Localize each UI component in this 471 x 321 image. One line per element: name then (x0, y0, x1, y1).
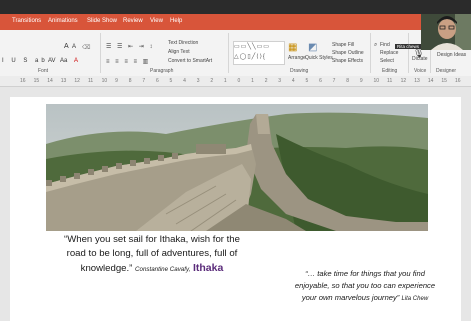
ruler-tick: 10 (373, 78, 379, 84)
increase-font-icon[interactable]: A (64, 43, 69, 50)
cavafy-quote: “When you set sail for Ithaka, wish for … (28, 233, 276, 277)
ruler-tick: 10 (101, 78, 108, 84)
align-buttons-icon[interactable]: ≡ ≡ ≡ ≡ ▥ (106, 58, 150, 65)
shape-effects-button[interactable]: Shape Effects (332, 58, 363, 64)
ruler-tick: 2 (210, 78, 214, 84)
decrease-font-icon[interactable]: A (72, 44, 76, 50)
ruler-tick: 14 (427, 78, 434, 84)
ruler-tick: 3 (196, 78, 200, 84)
webcam-name-label: Rita chews (395, 44, 422, 49)
ruler-tick: 6 (155, 78, 159, 84)
replace-button[interactable]: Replace (380, 50, 398, 56)
ribbon-separator (100, 33, 101, 73)
char-spacing-icon[interactable]: AV (48, 58, 56, 64)
ruler-tick: 4 (291, 78, 295, 84)
ruler-tick: 0 (237, 78, 241, 84)
group-label-editing: Editing (382, 68, 398, 74)
shapes-gallery[interactable]: ▭▭╲╲▭▭ △◯▯╱⟨⟩{ (233, 41, 285, 65)
quote2-line2: enjoyable, so that you too can experienc… (294, 281, 436, 290)
ruler-tick: 13 (60, 78, 67, 84)
ruler-tick: 5 (305, 78, 309, 84)
font-style-buttons[interactable]: I U S ab (2, 58, 48, 64)
ruler-tick: 15 (441, 78, 447, 84)
quote1-line3: knowledge.” (80, 263, 133, 274)
ruler-tick: 5 (169, 78, 173, 84)
convert-smartart-button[interactable]: Convert to SmartArt (168, 58, 212, 64)
arrange-icon[interactable]: ▦ (288, 42, 297, 53)
design-ideas-button[interactable]: Design Ideas (437, 52, 467, 58)
quote2-author: Lita Chew (401, 296, 429, 302)
ruler-tick: 11 (87, 78, 94, 84)
ruler-tick: 9 (359, 78, 363, 84)
quote1-line2: road to be long, full of adventures, ful… (66, 248, 238, 259)
window-top-bar (0, 0, 471, 14)
ruler-tick: 7 (332, 78, 336, 84)
find-button[interactable]: Find (380, 42, 390, 48)
group-label-designer: Designer (436, 68, 457, 74)
ruler-tick: 11 (387, 78, 393, 84)
group-label-paragraph: Paragraph (150, 68, 174, 74)
great-wall-photo (46, 104, 428, 231)
ruler-tick: 9 (115, 78, 118, 84)
clear-format-icon[interactable]: ⌫ (82, 44, 90, 51)
dictate-button[interactable]: Dictate (412, 56, 428, 62)
text-direction-button[interactable]: Text Direction (168, 40, 198, 46)
arrange-button[interactable]: Arrange (288, 55, 306, 61)
ruler-tick: 2 (264, 78, 268, 84)
ruler-tick: 1 (251, 78, 254, 84)
align-text-button[interactable]: Align Text (168, 49, 190, 55)
ruler-tick: 16 (20, 78, 26, 84)
ruler-tick: 6 (319, 78, 322, 84)
tab-slide-show[interactable]: Slide Show (87, 18, 117, 24)
tab-help[interactable]: Help (170, 18, 182, 24)
select-button[interactable]: Select (380, 58, 394, 64)
shape-outline-button[interactable]: Shape Outline (332, 50, 364, 56)
tab-transitions[interactable]: Transitions (12, 18, 41, 24)
shape-fill-button[interactable]: Shape Fill (332, 42, 354, 48)
ruler-tick: 14 (47, 78, 53, 84)
quote2-line3: your own marvelous journey” (301, 293, 400, 302)
group-label-voice: Voice (414, 68, 427, 74)
ruler-tick: 4 (183, 78, 186, 84)
ribbon-separator (228, 33, 229, 73)
group-label-font: Font (38, 68, 49, 74)
tab-animations[interactable]: Animations (48, 18, 78, 24)
find-icon: ⌕ (374, 42, 378, 48)
ribbon-separator (370, 33, 371, 73)
webcam-video (421, 14, 471, 50)
presenter-video-icon (421, 14, 471, 50)
quick-styles-icon[interactable]: ◩ (308, 42, 317, 53)
quote1-line1: “When you set sail for Ithaka, wish for … (64, 234, 240, 245)
quote1-author: Constantine Cavafy, (135, 266, 191, 273)
great-wall-image (46, 104, 428, 231)
tab-review[interactable]: Review (123, 18, 143, 24)
quote2-line1: “… take time for things that you find (305, 269, 425, 278)
change-case-icon[interactable]: Aa (60, 58, 67, 64)
ruler-tick: 16 (455, 78, 461, 84)
ruler-tick: 12 (74, 78, 80, 84)
tab-view[interactable]: View (150, 18, 163, 24)
lita-chew-quote: “… take time for things that you find en… (270, 268, 460, 305)
list-buttons-icon[interactable]: ☰ ☰ ⇤ ⇥ ↕ (106, 43, 154, 50)
group-label-drawing: Drawing (290, 68, 309, 74)
ruler-tick: 1 (223, 78, 227, 84)
ruler-tick: 8 (128, 78, 132, 84)
ruler-tick: 8 (346, 78, 350, 84)
ruler-tick: 13 (414, 78, 420, 84)
ruler-tick: 15 (33, 78, 40, 84)
ruler-tick: 12 (400, 78, 407, 84)
quick-styles-button[interactable]: Quick Styles (305, 55, 333, 61)
font-color-icon[interactable]: A (74, 58, 78, 64)
ruler-tick: 7 (142, 78, 146, 84)
quote1-title: Ithaka (192, 262, 224, 274)
ruler-tick: 3 (278, 78, 282, 84)
ribbon-separator (408, 33, 409, 73)
